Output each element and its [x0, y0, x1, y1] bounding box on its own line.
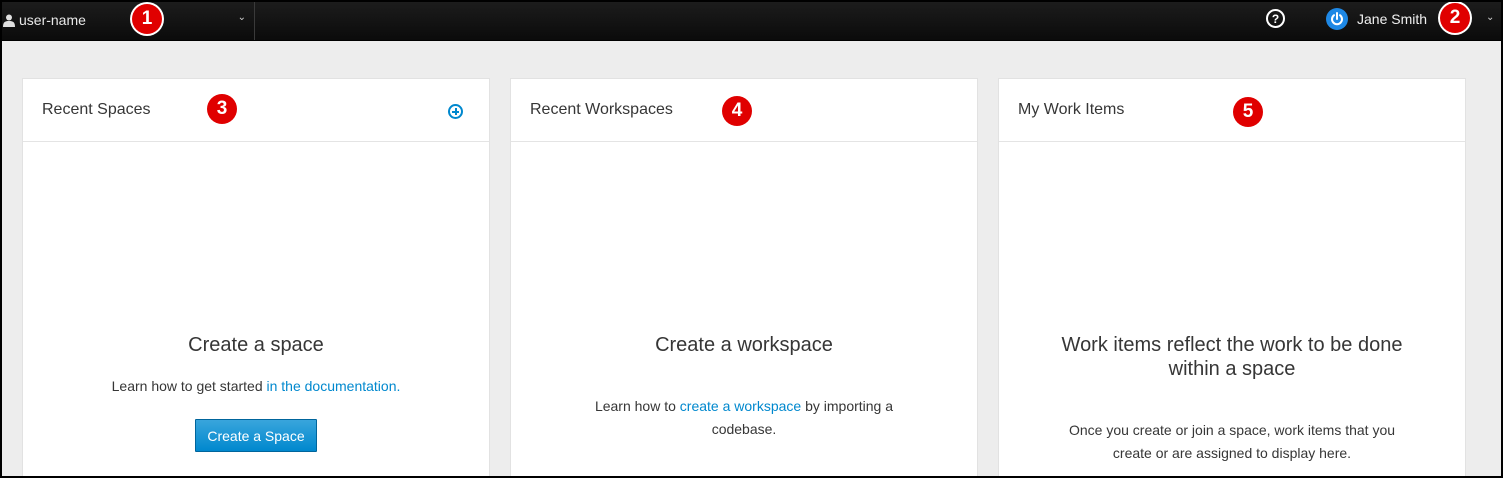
user-icon: [3, 13, 17, 27]
callout-badge-1: 1: [132, 4, 162, 34]
recent-spaces-card: Recent Spaces Create a space Learn how t…: [22, 78, 490, 478]
empty-state-text-line2: codebase.: [711, 421, 777, 437]
card-title: My Work Items: [1018, 101, 1125, 118]
card-header: Recent Spaces: [23, 79, 489, 142]
my-work-items-card: My Work Items Work items reflect the wor…: [998, 78, 1466, 478]
empty-state-title: Work items reflect the work to be done w…: [999, 333, 1465, 381]
empty-state-title-line1: Work items reflect the work to be done: [1061, 334, 1403, 356]
create-space-button[interactable]: Create a Space: [195, 419, 317, 452]
chevron-down-icon[interactable]: ⌄: [1486, 12, 1494, 23]
top-navbar: user-name ⌄ ? Jane Smith ⌄: [0, 0, 1503, 41]
callout-badge-2: 2: [1440, 3, 1470, 33]
user-profile-menu[interactable]: Jane Smith: [1326, 7, 1427, 31]
empty-state-title: Create a workspace: [655, 334, 833, 356]
callout-badge-5: 5: [1233, 97, 1263, 127]
empty-state-text-suffix: by importing a: [801, 398, 894, 414]
callout-badge-4: 4: [722, 96, 752, 126]
add-circle-icon[interactable]: [448, 104, 463, 119]
card-title: Recent Workspaces: [530, 101, 673, 118]
empty-state-title-line2: within a space: [1168, 358, 1296, 380]
recent-workspaces-card: Recent Workspaces Create a workspace Lea…: [510, 78, 978, 478]
context-switcher[interactable]: user-name ⌄: [2, 0, 255, 40]
empty-state-text: Once you create or join a space, work it…: [999, 419, 1465, 465]
chevron-down-icon[interactable]: ⌄: [238, 12, 246, 23]
callout-badge-3: 3: [207, 94, 237, 124]
empty-state-text: Learn how to get started in the document…: [23, 375, 489, 398]
empty-state-text-line1: Once you create or join a space, work it…: [1068, 422, 1396, 438]
profile-name: Jane Smith: [1357, 11, 1428, 27]
power-icon: [1326, 8, 1348, 30]
card-header: My Work Items: [999, 79, 1465, 142]
empty-state-title: Create a space: [188, 334, 324, 356]
empty-state-text: Learn how to create a workspace by impor…: [511, 395, 977, 441]
card-title: Recent Spaces: [42, 101, 151, 118]
documentation-link[interactable]: in the documentation.: [267, 378, 401, 394]
create-workspace-link[interactable]: create a workspace: [680, 398, 801, 414]
empty-state-text-prefix: Learn how to get started: [111, 378, 267, 394]
context-username: user-name: [19, 12, 86, 28]
empty-state-text-prefix: Learn how to: [594, 398, 680, 414]
empty-state-text-line2: create or are assigned to display here.: [1112, 445, 1352, 461]
help-icon[interactable]: ?: [1266, 9, 1285, 28]
